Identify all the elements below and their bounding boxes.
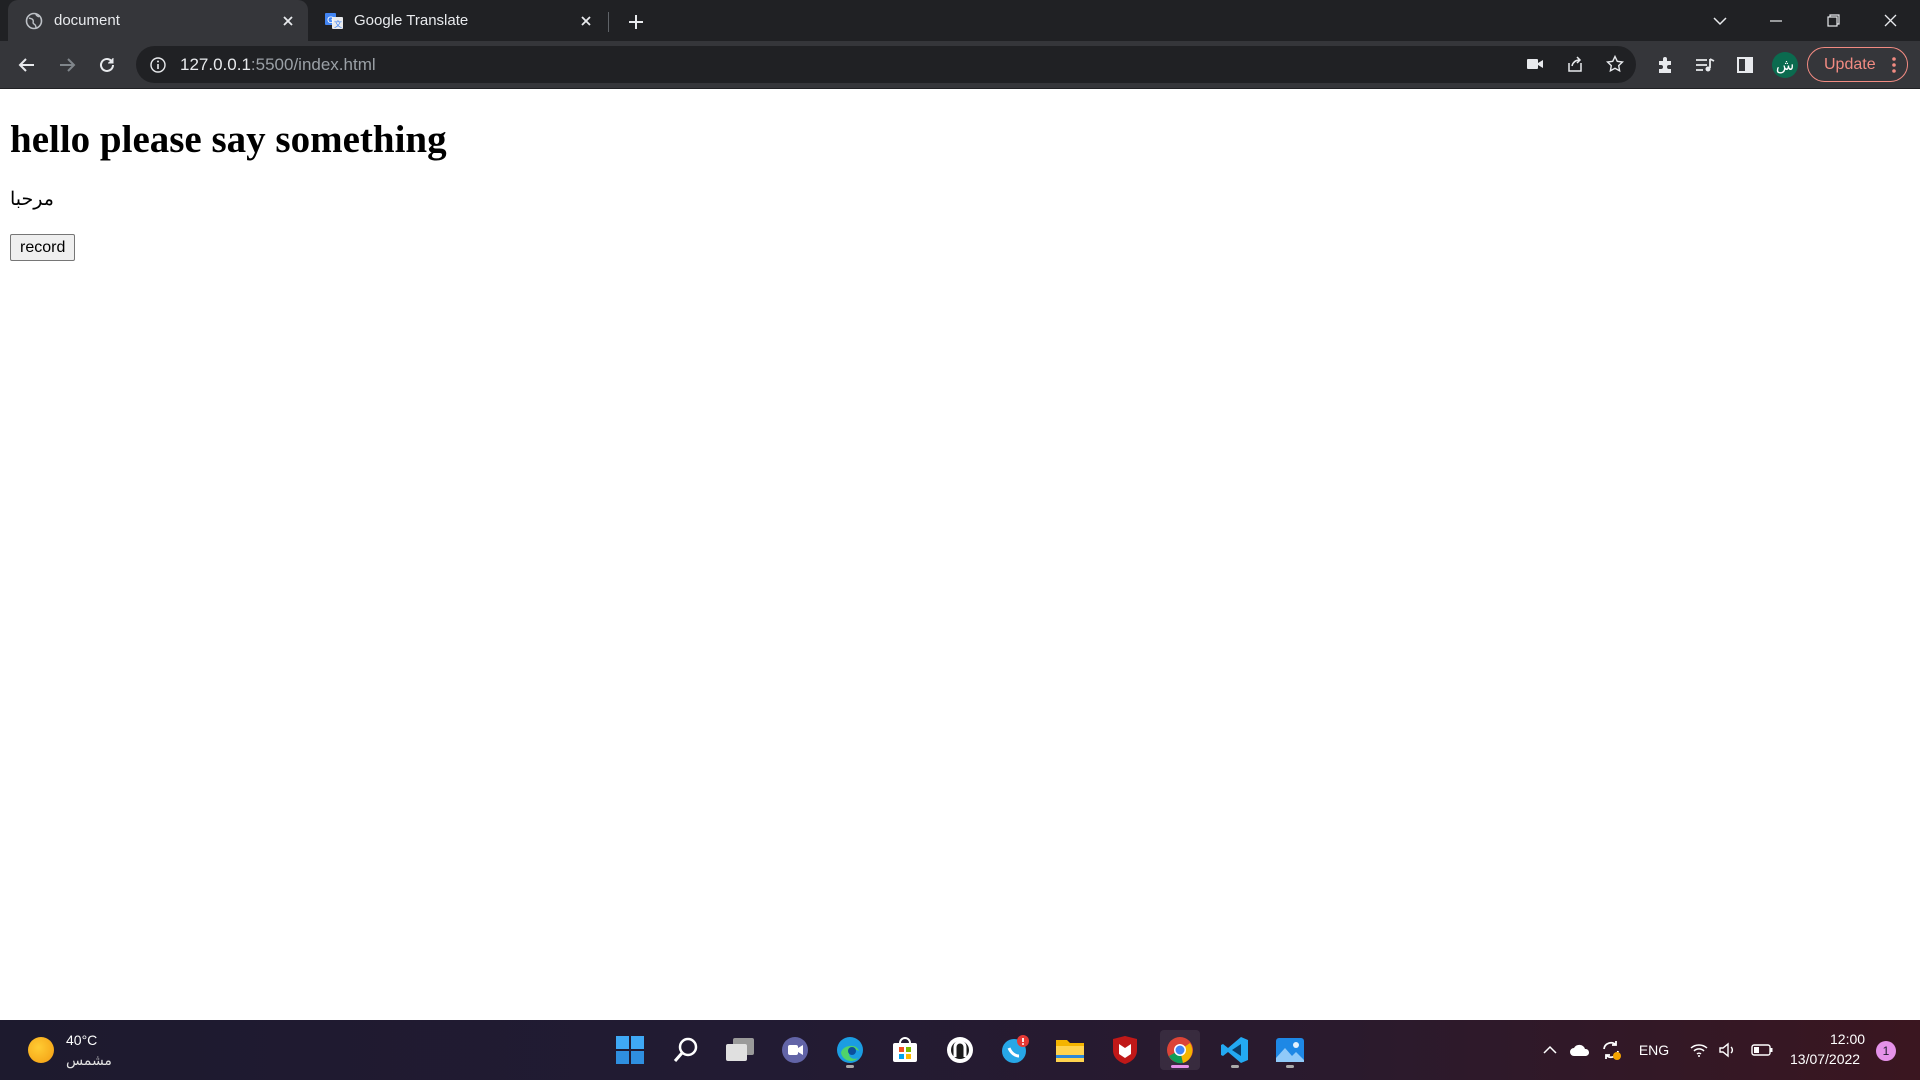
- task-view-icon[interactable]: [720, 1030, 760, 1070]
- sync-icon[interactable]: [1598, 1038, 1624, 1062]
- weather-temperature: 40°C: [66, 1032, 98, 1048]
- file-explorer-icon[interactable]: [1050, 1030, 1090, 1070]
- restore-button[interactable]: [1805, 0, 1861, 41]
- transcript-text: مرحبا: [10, 189, 54, 210]
- profile-avatar[interactable]: ش: [1772, 52, 1798, 78]
- forward-button[interactable]: [52, 50, 82, 80]
- update-label: Update: [1824, 55, 1876, 73]
- record-button[interactable]: record: [10, 234, 76, 261]
- reload-button[interactable]: [92, 50, 122, 80]
- svg-text:文: 文: [334, 19, 342, 29]
- extensions-icon[interactable]: [1650, 50, 1680, 80]
- clock-date[interactable]: 13/07/2022: [1790, 1051, 1860, 1067]
- page-heading: hello please say something: [10, 118, 447, 161]
- clock-time[interactable]: 12:00: [1830, 1031, 1865, 1047]
- show-hidden-icons-icon[interactable]: [1540, 1038, 1560, 1062]
- edge-icon[interactable]: [830, 1030, 870, 1070]
- bookmark-star-icon[interactable]: [1601, 50, 1629, 78]
- url-host: 127.0.0.1: [180, 54, 251, 74]
- tab-title: document: [54, 12, 120, 29]
- wifi-icon[interactable]: [1688, 1038, 1710, 1062]
- close-window-button[interactable]: [1862, 0, 1918, 41]
- media-control-icon[interactable]: [1690, 50, 1720, 80]
- active-indicator: [1171, 1065, 1189, 1068]
- taskbar: 40°C مشمس ENG 12:00 13/07/2022 1: [0, 1020, 1920, 1080]
- sun-icon: [28, 1037, 54, 1063]
- globe-icon: [24, 11, 44, 31]
- tab-google-translate[interactable]: G文 Google Translate: [316, 0, 606, 41]
- weather-description: مشمس: [66, 1052, 112, 1068]
- new-tab-button[interactable]: [622, 8, 650, 36]
- page-content: hello please say something مرحبا record: [0, 89, 1920, 1019]
- start-icon[interactable]: [610, 1030, 650, 1070]
- browser-toolbar: 127.0.0.1:5500/index.html ش Update: [0, 41, 1920, 89]
- svg-text:G: G: [327, 16, 334, 26]
- search-icon[interactable]: [666, 1030, 706, 1070]
- share-icon[interactable]: [1561, 50, 1589, 78]
- store-icon[interactable]: [885, 1030, 925, 1070]
- mcafee-icon[interactable]: [1105, 1030, 1145, 1070]
- tab-separator: [608, 12, 609, 32]
- site-info-icon[interactable]: [148, 55, 168, 75]
- back-button[interactable]: [12, 50, 42, 80]
- teams-chat-icon[interactable]: [775, 1030, 815, 1070]
- camera-icon[interactable]: [1521, 50, 1549, 78]
- side-panel-icon[interactable]: [1730, 50, 1760, 80]
- running-indicator: [846, 1065, 854, 1068]
- tab-document[interactable]: document: [8, 0, 308, 41]
- update-button[interactable]: Update: [1807, 47, 1908, 82]
- menu-dots-icon[interactable]: [1891, 55, 1897, 75]
- close-tab-icon[interactable]: [574, 9, 598, 33]
- close-tab-icon[interactable]: [276, 9, 300, 33]
- battery-icon[interactable]: [1750, 1038, 1774, 1062]
- vscode-icon[interactable]: [1215, 1030, 1255, 1070]
- google-translate-icon: G文: [324, 11, 344, 31]
- tab-strip: document G文 Google Translate: [0, 0, 1920, 41]
- language-indicator[interactable]: ENG: [1636, 1038, 1672, 1062]
- running-indicator: [1231, 1065, 1239, 1068]
- notification-badge[interactable]: 1: [1876, 1041, 1896, 1061]
- minimize-button[interactable]: [1748, 0, 1804, 41]
- tab-search-button[interactable]: [1692, 0, 1748, 41]
- onedrive-icon[interactable]: [1568, 1038, 1592, 1062]
- tab-title: Google Translate: [354, 12, 469, 29]
- volume-icon[interactable]: [1716, 1038, 1738, 1062]
- whatsapp-icon[interactable]: [995, 1030, 1035, 1070]
- address-bar[interactable]: 127.0.0.1:5500/index.html: [136, 46, 1636, 83]
- app-icon[interactable]: [940, 1030, 980, 1070]
- photos-icon[interactable]: [1270, 1030, 1310, 1070]
- url-path: :5500/index.html: [250, 54, 376, 74]
- running-indicator: [1286, 1065, 1294, 1068]
- chrome-icon[interactable]: [1160, 1030, 1200, 1070]
